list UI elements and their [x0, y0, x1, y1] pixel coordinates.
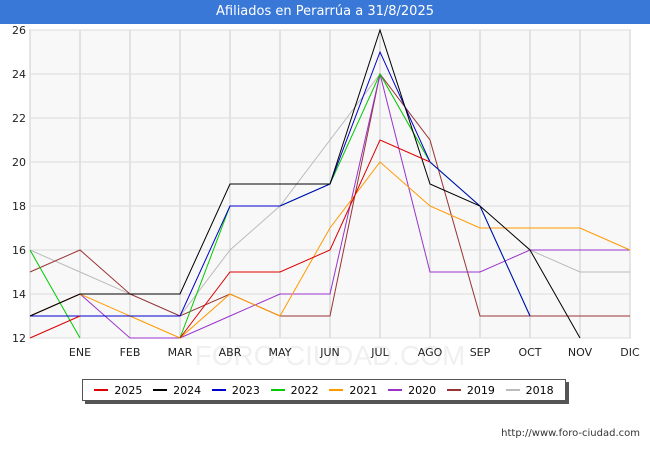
x-tick-label: JUL: [370, 346, 389, 359]
y-tick-label: 22: [12, 112, 26, 125]
legend-item-2024: 2024: [153, 384, 201, 397]
legend-swatch: [446, 389, 461, 391]
y-tick-label: 18: [12, 200, 26, 213]
y-tick-label: 12: [12, 332, 26, 345]
x-tick-label: ENE: [69, 346, 91, 359]
legend-label: 2023: [231, 383, 260, 397]
legend-swatch: [388, 389, 403, 391]
legend-label: 2020: [408, 383, 437, 397]
legend-item-2021: 2021: [329, 384, 377, 397]
legend-item-2025: 2025: [94, 384, 142, 397]
legend-item-2020: 2020: [388, 384, 436, 397]
legend-swatch: [329, 389, 344, 391]
legend-item-2019: 2019: [446, 383, 495, 397]
legend-label: 2021: [349, 383, 378, 397]
legend-item-2023: 2023: [211, 383, 260, 397]
legend-item-2018: 2018: [505, 383, 554, 397]
y-tick-label: 20: [12, 156, 26, 169]
legend-label: 2024: [173, 383, 202, 397]
x-tick-label: SEP: [470, 346, 491, 359]
legend-swatch: [505, 389, 520, 391]
x-tick-label: AGO: [418, 346, 443, 359]
y-tick-label: 24: [12, 68, 26, 81]
x-tick-label: OCT: [518, 346, 541, 359]
source-url: http://www.foro-ciudad.com: [501, 428, 640, 439]
legend-swatch: [211, 389, 226, 391]
legend-swatch: [270, 389, 285, 391]
legend-swatch: [94, 389, 109, 391]
y-axis-ticks: 12 14 16 18 20 22 24 26: [12, 24, 26, 345]
y-tick-label: 14: [12, 288, 26, 301]
legend-label: 2022: [290, 383, 319, 397]
x-tick-label: MAY: [269, 346, 292, 359]
legend-item-2022: 2022: [270, 383, 319, 397]
x-tick-label: MAR: [168, 346, 193, 359]
y-tick-label: 26: [12, 24, 26, 37]
x-tick-label: NOV: [568, 346, 593, 359]
legend-label: 2025: [114, 383, 143, 397]
legend: 2025 2024 2023 2022 2021 2020 2019 2018: [82, 379, 566, 401]
x-tick-label: DIC: [620, 346, 640, 359]
x-tick-label: FEB: [120, 346, 141, 359]
y-tick-label: 16: [12, 244, 26, 257]
legend-label: 2019: [466, 383, 495, 397]
x-tick-label: JUN: [319, 346, 340, 359]
legend-label: 2018: [525, 383, 554, 397]
legend-swatch: [153, 389, 168, 391]
x-tick-label: ABR: [219, 346, 242, 359]
